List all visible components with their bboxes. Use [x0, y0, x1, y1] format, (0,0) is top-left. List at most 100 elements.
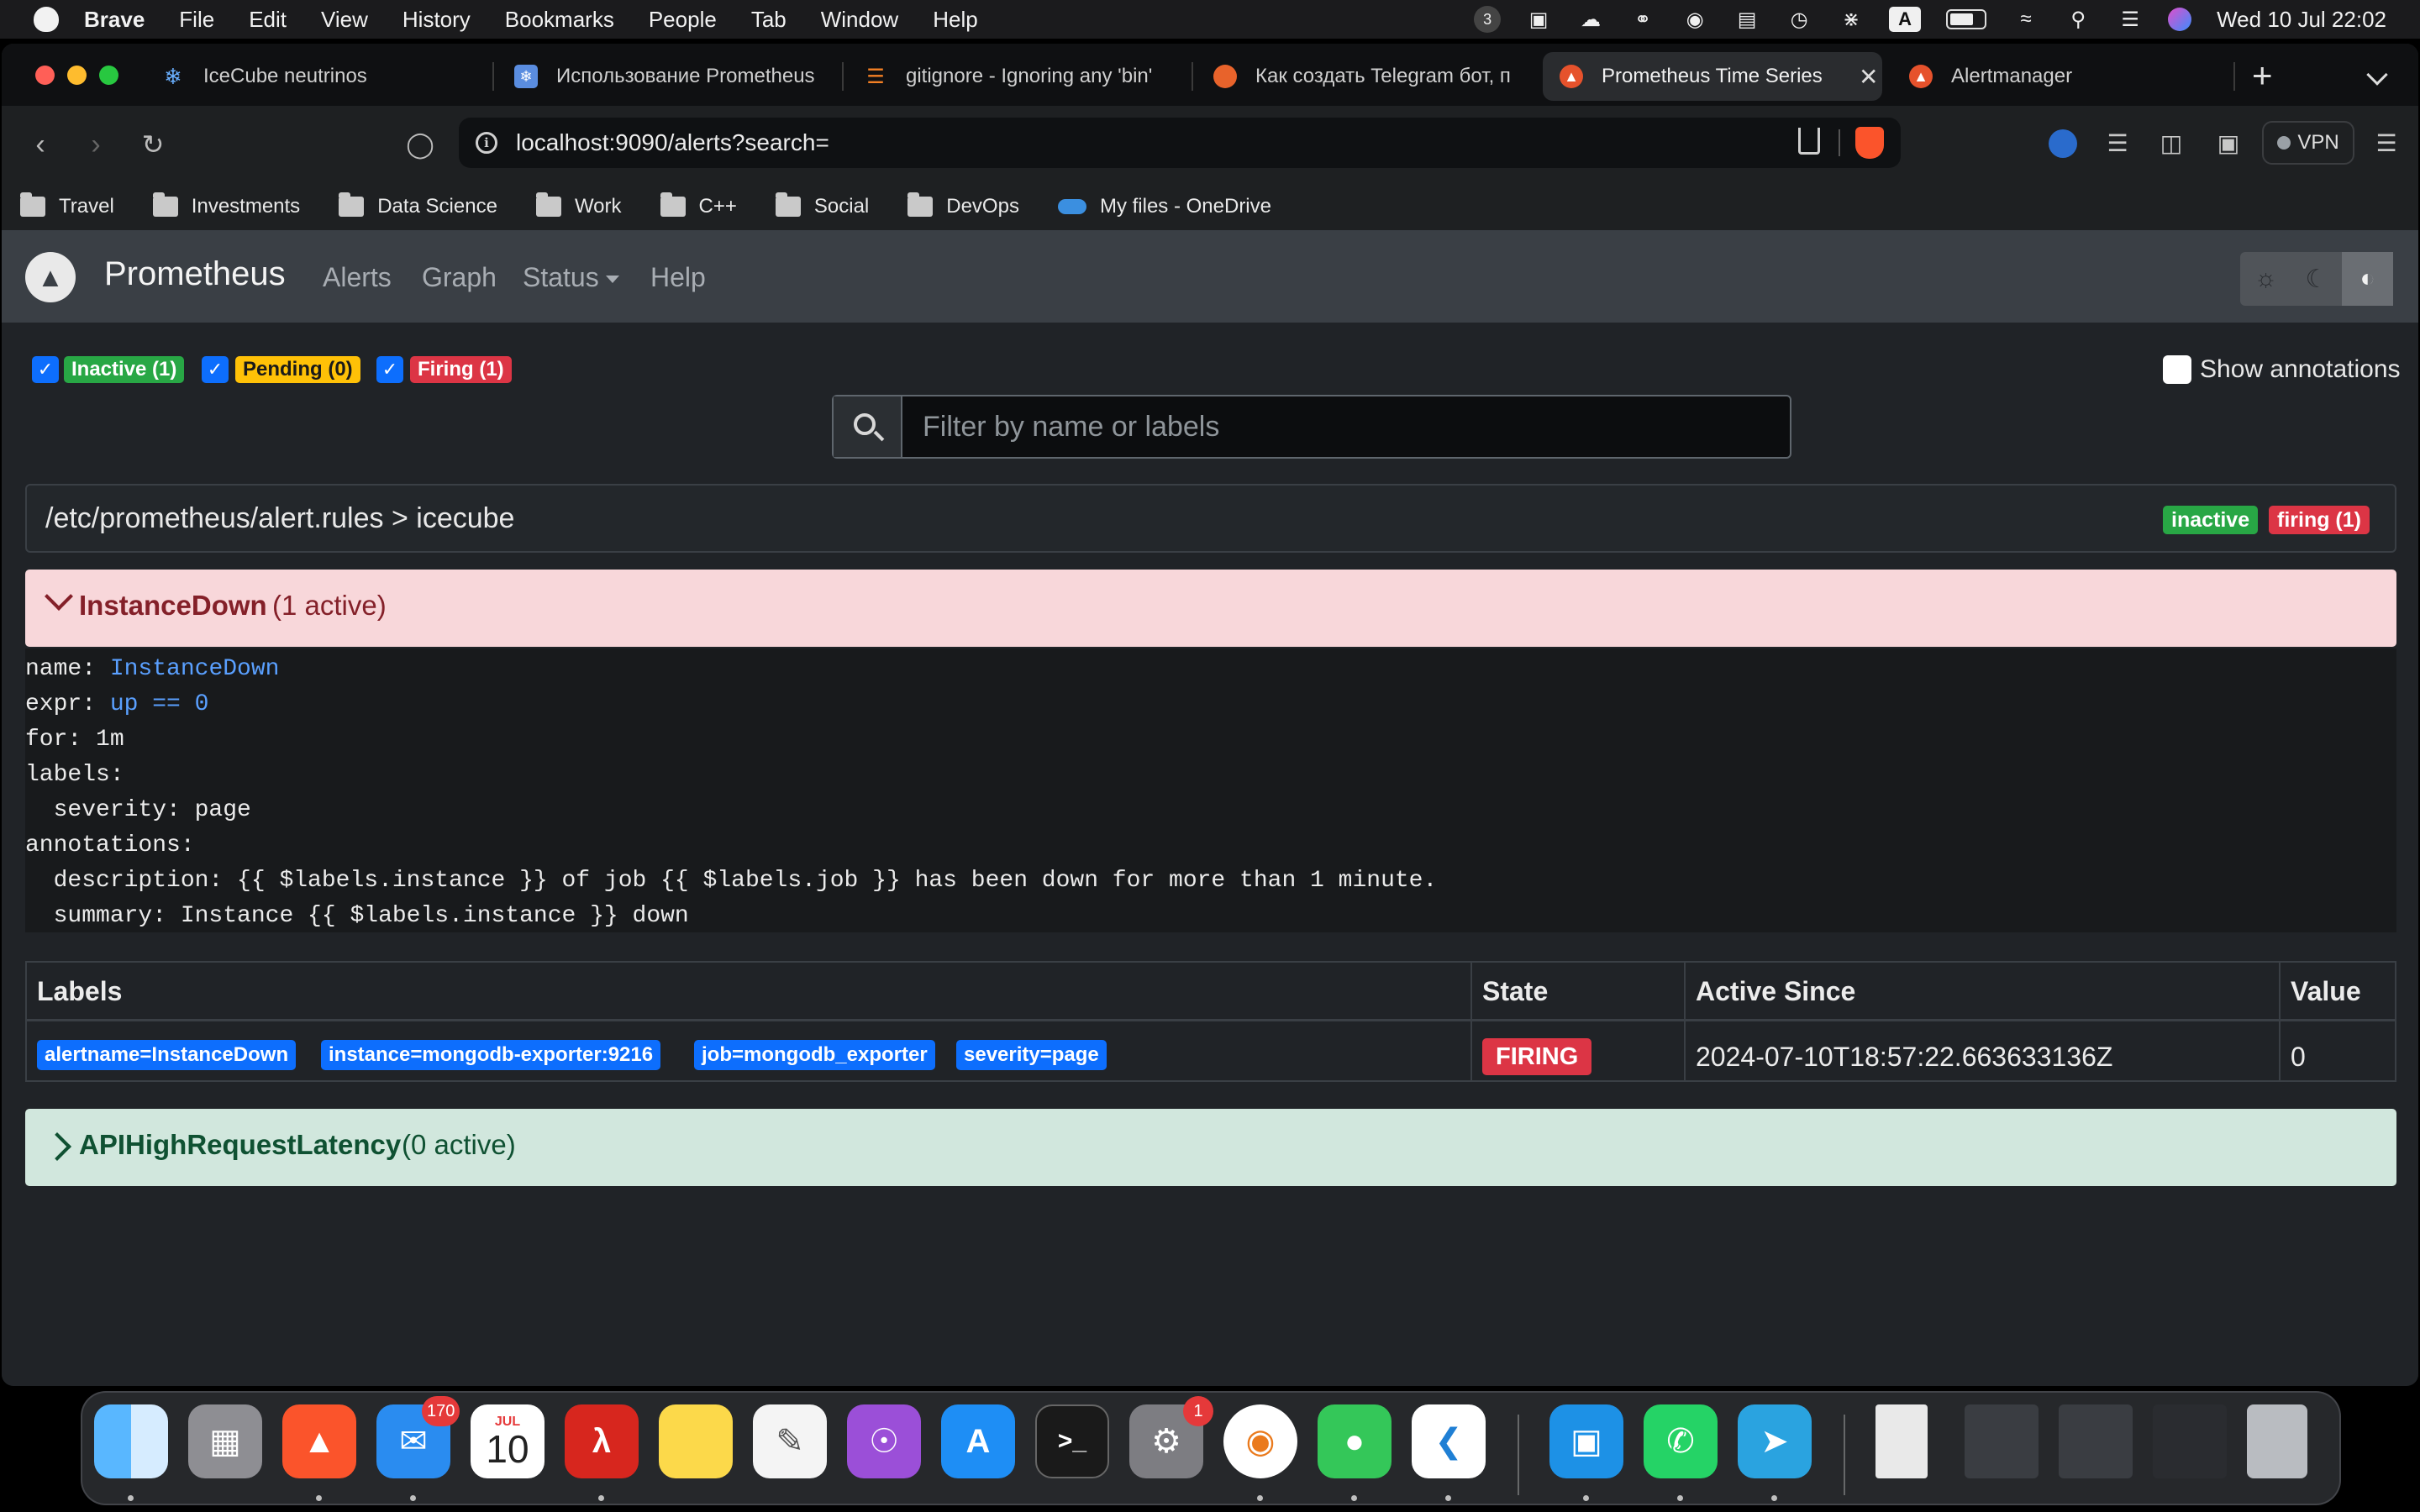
wifi-icon[interactable]: ≈ [2012, 7, 2040, 32]
control-center-icon[interactable]: ☰ [2116, 7, 2144, 32]
tab-prometheus-time-series[interactable]: ▲ Prometheus Time Series ✕ [1543, 52, 1882, 101]
sidebar-icon[interactable]: ◫ [2154, 126, 2188, 160]
icloud-icon[interactable]: ☁ [1576, 7, 1605, 32]
openvpn-icon[interactable]: ◉ [1223, 1404, 1297, 1478]
bookmark-devops[interactable]: DevOps [908, 192, 1019, 218]
close-window-button[interactable] [35, 66, 55, 85]
profile-icon[interactable] [2049, 129, 2077, 158]
menu-edit[interactable]: Edit [249, 7, 287, 33]
trash-icon[interactable] [2247, 1404, 2307, 1478]
reload-icon[interactable]: ↻ [133, 124, 173, 165]
vpn-button[interactable]: VPN [2262, 121, 2354, 165]
calendar-icon[interactable]: JUL 10 [471, 1404, 544, 1478]
bookmark-icon[interactable]: ◯ [400, 124, 440, 165]
menu-hamburger-icon[interactable]: ☰ [2370, 126, 2403, 160]
battery-icon[interactable] [1946, 9, 1987, 29]
apple-menu-icon[interactable] [34, 7, 59, 32]
back-arrow-icon[interactable]: ‹ [20, 124, 60, 165]
headphones-icon[interactable]: ⚭ [1628, 7, 1657, 32]
notification-badge-icon[interactable]: 3 [1474, 6, 1502, 33]
docker-status-icon[interactable]: ▣ [1524, 7, 1553, 32]
menu-tab[interactable]: Tab [751, 7, 786, 33]
messages-icon[interactable]: ● [1318, 1404, 1392, 1478]
bluetooth-icon[interactable]: ⋇ [1837, 7, 1865, 32]
auto-theme-contrast-icon[interactable]: ◐ [2342, 252, 2394, 306]
pending-filter-checkbox[interactable]: ✓ [202, 356, 229, 383]
rule-instancedown-header[interactable]: InstanceDown (1 active) [25, 570, 2396, 647]
alert-filter-input[interactable] [902, 396, 1790, 457]
tab-telegram-bot[interactable]: Как создать Telegram бот, п [1197, 52, 1533, 101]
bookmark-onedrive[interactable]: My files - OneDrive [1057, 195, 1271, 218]
recent-document-icon[interactable] [1876, 1404, 1928, 1478]
brave-shields-icon[interactable] [1855, 127, 1884, 159]
light-theme-sun-icon[interactable]: ☼ [2240, 252, 2291, 306]
bookmark-investments[interactable]: Investments [152, 192, 300, 218]
siri-icon[interactable] [2168, 8, 2192, 31]
nav-alerts[interactable]: Alerts [323, 262, 392, 293]
bookmark-travel[interactable]: Travel [20, 192, 114, 218]
appstore-icon[interactable]: A [941, 1404, 1015, 1478]
nav-graph[interactable]: Graph [422, 262, 497, 293]
menu-people[interactable]: People [649, 7, 717, 33]
url-text[interactable]: localhost:9090/alerts?search= [516, 129, 829, 156]
menu-bookmarks[interactable]: Bookmarks [505, 7, 614, 33]
bookmark-work[interactable]: Work [535, 192, 622, 218]
tab-icecube[interactable]: ❄ IceCube neutrinos [145, 52, 481, 101]
minimized-acrobat-window-icon[interactable] [1965, 1404, 2039, 1478]
show-annotations-checkbox[interactable] [2163, 355, 2191, 384]
minimized-mail-window-icon[interactable] [2059, 1404, 2133, 1478]
vscode-icon[interactable]: ❮ [1412, 1404, 1486, 1478]
tab-alertmanager[interactable]: ▲ Alertmanager [1892, 52, 2228, 101]
bookmark-social[interactable]: Social [775, 192, 869, 218]
forward-arrow-icon[interactable]: › [76, 124, 116, 165]
minimize-window-button[interactable] [67, 66, 87, 85]
brave-icon[interactable]: ▲ [282, 1404, 356, 1478]
tab-gitignore[interactable]: ☰ gitignore - Ignoring any 'bin' [847, 52, 1183, 101]
docker-icon[interactable]: ▣ [1549, 1404, 1623, 1478]
launchpad-icon[interactable]: ▦ [188, 1404, 262, 1478]
dark-theme-moon-icon[interactable]: ☾ [2291, 252, 2343, 306]
tab-prometheus-usage[interactable]: ❄ Использование Prometheus [497, 52, 834, 101]
spotlight-search-icon[interactable]: ⚲ [2064, 7, 2092, 32]
podcasts-icon[interactable]: ☉ [847, 1404, 921, 1478]
brand-title[interactable]: Prometheus [104, 255, 286, 293]
wallet-icon[interactable]: ▣ [2212, 126, 2245, 160]
extensions-icon[interactable]: ☰ [2101, 126, 2134, 160]
address-bar[interactable]: i localhost:9090/alerts?search= [459, 118, 1901, 168]
menu-help[interactable]: Help [933, 7, 977, 33]
menu-bar-clock[interactable]: Wed 10 Jul 22:02 [2217, 7, 2386, 33]
share-icon[interactable] [1798, 128, 1820, 155]
terminal-icon[interactable]: >_ [1035, 1404, 1109, 1478]
prometheus-logo-icon[interactable]: ▲ [25, 252, 76, 302]
prometheus-navbar: ▲ Prometheus Alerts Graph Status Help ☼ … [2, 230, 2418, 323]
whatsapp-icon[interactable]: ✆ [1644, 1404, 1718, 1478]
vpn-status-icon[interactable]: ◉ [1681, 7, 1709, 32]
menu-app-name[interactable]: Brave [84, 7, 145, 33]
menu-window[interactable]: Window [821, 7, 898, 33]
bookmark-data-science[interactable]: Data Science [339, 192, 497, 218]
menu-view[interactable]: View [321, 7, 368, 33]
notes-icon[interactable] [659, 1404, 733, 1478]
menu-history[interactable]: History [402, 7, 471, 33]
bookmark-cpp[interactable]: C++ [660, 192, 737, 218]
sleep-bed-icon[interactable]: ▤ [1733, 7, 1761, 32]
firing-filter-checkbox[interactable]: ✓ [376, 356, 403, 383]
site-info-icon[interactable]: i [476, 132, 497, 154]
rule-apihighrequestlatency-header[interactable]: APIHighRequestLatency (0 active) [25, 1109, 2396, 1186]
maximize-window-button[interactable] [99, 66, 118, 85]
telegram-icon[interactable]: ➤ [1738, 1404, 1812, 1478]
textedit-icon[interactable]: ✎ [753, 1404, 827, 1478]
show-annotations-toggle[interactable]: Show annotations [2163, 353, 2401, 386]
close-tab-icon[interactable]: ✕ [1859, 63, 1878, 91]
inactive-filter-checkbox[interactable]: ✓ [32, 356, 59, 383]
time-machine-icon[interactable]: ◷ [1785, 7, 1813, 32]
finder-icon[interactable] [94, 1404, 168, 1478]
nav-status-dropdown[interactable]: Status [523, 262, 619, 293]
input-source-icon[interactable]: A [1889, 7, 1922, 32]
nav-help[interactable]: Help [650, 262, 706, 293]
minimized-vscode-window-icon[interactable] [2153, 1404, 2227, 1478]
new-tab-button[interactable]: + [2252, 55, 2273, 96]
tab-search-chevron-icon[interactable] [2366, 64, 2388, 86]
menu-file[interactable]: File [179, 7, 214, 33]
acrobat-icon[interactable]: λ [565, 1404, 639, 1478]
